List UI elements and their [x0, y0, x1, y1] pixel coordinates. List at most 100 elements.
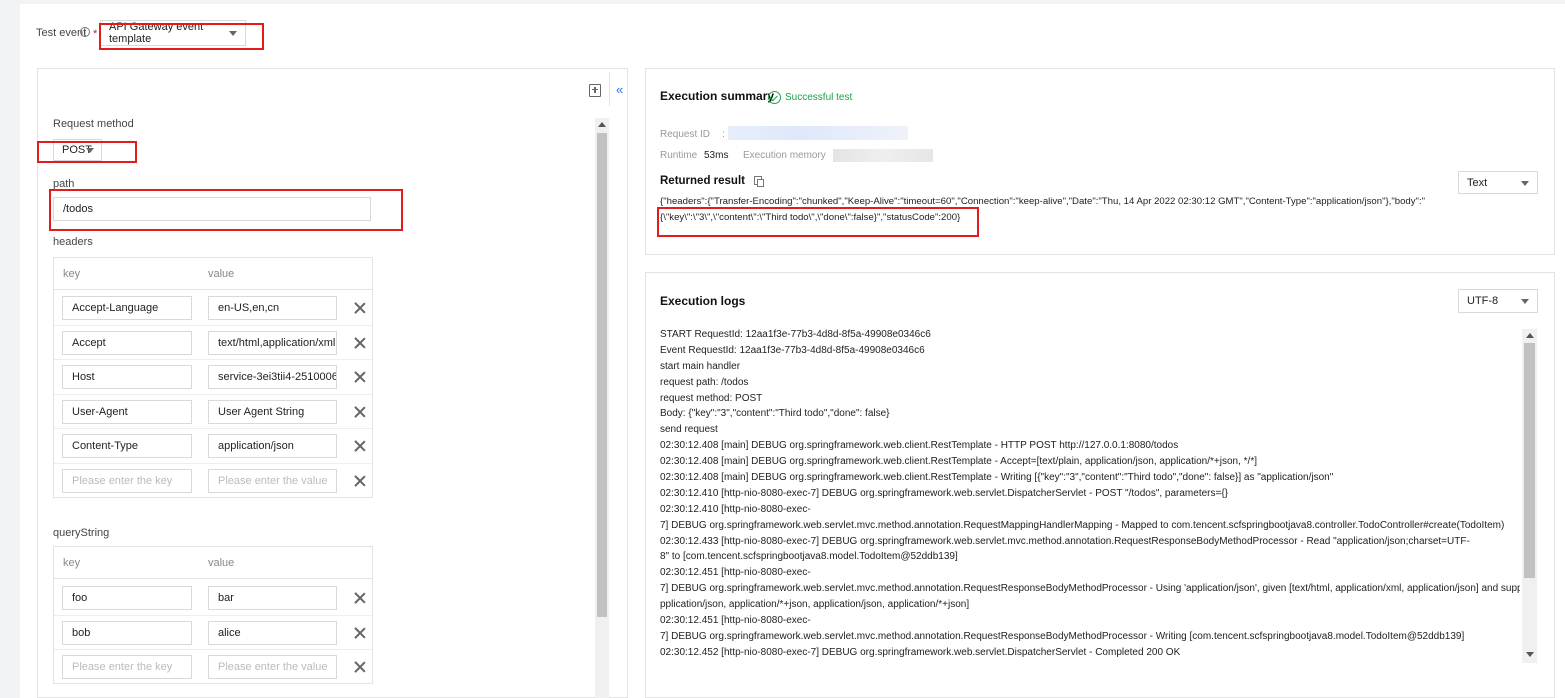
collapse-panel-button[interactable]: «: [609, 72, 628, 106]
querystring-value-input[interactable]: Please enter the value: [208, 655, 337, 680]
log-line: 02:30:12.452 [http-nio-8080-exec-7] DEBU…: [660, 646, 1181, 658]
chevron-down-icon: [1521, 180, 1529, 186]
log-line: request method: POST: [660, 392, 763, 404]
header-key-text: Please enter the key: [72, 475, 173, 487]
success-check-icon: [768, 91, 781, 104]
chevron-down-icon: [86, 148, 94, 153]
header-value-input[interactable]: User Agent String: [208, 399, 337, 424]
execution-logs-title: Execution logs: [660, 294, 746, 308]
remove-row-icon[interactable]: [353, 439, 367, 453]
headers-label: headers: [53, 236, 93, 248]
log-line: 7] DEBUG org.springframework.web.servlet…: [660, 519, 1505, 531]
encoding-select[interactable]: UTF-8: [1458, 289, 1538, 313]
returned-result-label: Returned result: [660, 175, 745, 187]
remove-row-icon[interactable]: [353, 370, 367, 384]
header-value-text: text/html,application/xml,a: [218, 336, 337, 349]
request-method-label: Request method: [53, 118, 134, 130]
path-label: path: [53, 178, 75, 190]
remove-row-icon[interactable]: [353, 301, 367, 315]
querystring-value-text: Please enter the value: [218, 661, 328, 674]
querystring-table-header: key value: [54, 547, 372, 579]
headers-table-header: key value: [54, 258, 372, 290]
header-value-text: application/json: [218, 440, 294, 453]
remove-row-icon[interactable]: [353, 405, 367, 419]
querystring-col-value: value: [208, 557, 235, 569]
double-chevron-left-icon: «: [616, 82, 624, 97]
header-row-divider: [54, 428, 372, 430]
querystring-value-text: bar: [218, 592, 234, 604]
redacted-request-id: [728, 126, 908, 140]
header-value-text: en-US,en,cn: [218, 302, 280, 314]
result-line-2: {\"key\":\"3\",\"content\":\"Third todo\…: [660, 212, 961, 223]
log-line: 02:30:12.410 [http-nio-8080-exec-: [660, 503, 811, 515]
log-line: start main handler: [660, 360, 741, 372]
log-line: 02:30:12.408 [main] DEBUG org.springfram…: [660, 456, 1257, 468]
info-icon[interactable]: i: [80, 27, 90, 37]
header-key-input[interactable]: Accept-Language: [62, 296, 192, 320]
request-method-select[interactable]: POST: [53, 139, 102, 161]
headers-col-key: key: [63, 268, 81, 280]
header-value-input[interactable]: Please enter the value: [208, 469, 337, 493]
log-line: send request: [660, 424, 718, 436]
log-line: Body: {"key":"3","content":"Third todo",…: [660, 408, 890, 420]
log-line: 7] DEBUG org.springframework.web.servlet…: [660, 583, 1520, 595]
header-row-divider: [54, 359, 372, 361]
header-key-text: Accept: [72, 336, 106, 349]
querystring-key-text: Please enter the key: [72, 661, 173, 674]
header-value-text: User Agent String: [218, 405, 305, 418]
querystring-value-text: alice: [218, 626, 241, 639]
log-line: 02:30:12.410 [http-nio-8080-exec-7] DEBU…: [660, 487, 1229, 499]
header-value-input[interactable]: en-US,en,cn: [208, 296, 337, 320]
header-value-text: Please enter the value: [218, 475, 328, 487]
memory-label: Execution memory: [743, 150, 826, 161]
runtime-label: Runtime: [660, 150, 698, 161]
header-key-input[interactable]: User-Agent: [62, 399, 192, 424]
execution-summary-title: Execution summary: [660, 89, 775, 103]
remove-row-icon[interactable]: [353, 660, 367, 674]
save-icon[interactable]: [589, 84, 601, 97]
querystring-value-input[interactable]: alice: [208, 620, 337, 645]
logs-scrollbar-thumb[interactable]: [1524, 343, 1535, 578]
header-value-input[interactable]: application/json: [208, 434, 337, 459]
remove-row-icon[interactable]: [353, 591, 367, 605]
header-key-input[interactable]: Please enter the key: [62, 469, 192, 493]
log-line: 02:30:12.433 [http-nio-8080-exec-7] DEBU…: [660, 535, 1470, 547]
scroll-down-arrow-icon[interactable]: [1526, 652, 1534, 657]
querystring-key-text: bob: [72, 626, 91, 639]
header-key-text: Content-Type: [72, 440, 139, 453]
header-key-input[interactable]: Content-Type: [62, 434, 192, 459]
test-event-template-select[interactable]: API Gateway event template: [100, 20, 246, 46]
header-row-divider: [54, 324, 372, 326]
header-value-input[interactable]: text/html,application/xml,a: [208, 330, 337, 355]
editor-scrollbar-thumb[interactable]: [597, 133, 607, 617]
status-badge: Successful test: [785, 92, 853, 103]
execution-summary-panel: [645, 68, 1555, 255]
log-line: 02:30:12.451 [http-nio-8080-exec-: [660, 615, 811, 627]
log-line: 7] DEBUG org.springframework.web.servlet…: [660, 630, 1465, 642]
header-key-input[interactable]: Accept: [62, 330, 192, 355]
querystring-key-input[interactable]: foo: [62, 586, 192, 610]
scroll-up-arrow-icon[interactable]: [1526, 333, 1534, 338]
encoding-value: UTF-8: [1467, 295, 1499, 307]
querystring-key-input[interactable]: bob: [62, 620, 192, 645]
querystring-key-text: foo: [72, 592, 88, 604]
scroll-up-arrow-icon[interactable]: [598, 122, 606, 127]
header-value-input[interactable]: service-3ei3tii4-25100069: [208, 365, 337, 390]
remove-row-icon[interactable]: [353, 336, 367, 350]
header-value-text: service-3ei3tii4-25100069: [218, 371, 337, 384]
remove-row-icon[interactable]: [353, 474, 367, 488]
querystring-value-input[interactable]: bar: [208, 586, 337, 610]
header-key-text: Host: [72, 371, 95, 384]
result-format-select[interactable]: Text: [1458, 171, 1538, 194]
copy-icon[interactable]: [754, 176, 764, 187]
colon: :: [722, 129, 725, 140]
header-key-input[interactable]: Host: [62, 365, 192, 390]
log-line: request path: /todos: [660, 376, 749, 388]
result-format-value: Text: [1467, 176, 1488, 189]
runtime-value: 53ms: [704, 150, 729, 161]
querystring-key-input[interactable]: Please enter the key: [62, 655, 192, 680]
querystring-row-divider: [54, 649, 372, 651]
remove-row-icon[interactable]: [353, 626, 367, 640]
path-input[interactable]: /todos: [53, 197, 371, 221]
request-id-label: Request ID: [660, 129, 711, 140]
